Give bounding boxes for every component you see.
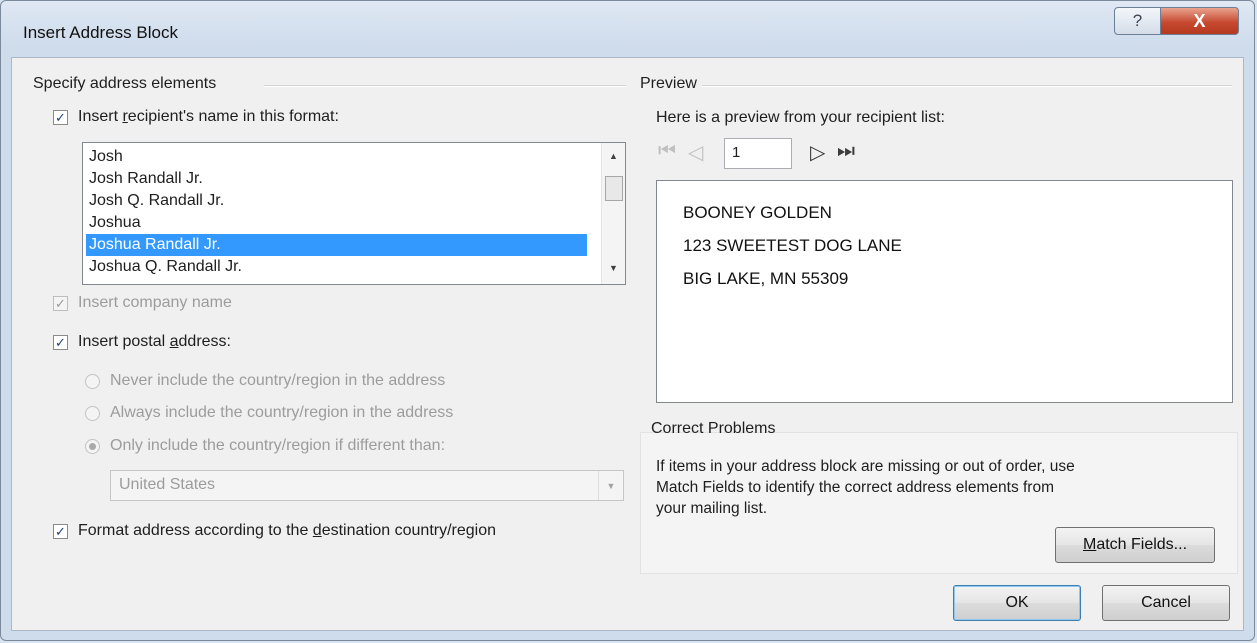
preview-address-line: BOONEY GOLDEN: [683, 203, 832, 222]
country-select-value: United States: [119, 476, 216, 493]
insert-name-label: Insert recipient's name in this format:: [78, 108, 339, 125]
format-address-checkbox[interactable]: ✓: [53, 524, 68, 539]
scroll-down-icon[interactable]: ▼: [609, 263, 618, 273]
preview-address-line: BIG LAKE, MN 55309: [683, 269, 849, 288]
list-item[interactable]: Josh: [86, 146, 587, 168]
first-record-icon[interactable]: ⏮: [658, 140, 676, 163]
correct-problems-text-line: your mailing list.: [656, 500, 768, 517]
dialog-body: Specify address elements ✓ Insert recipi…: [11, 57, 1244, 631]
match-fields-button[interactable]: Match Fields...: [1055, 527, 1215, 563]
check-icon: ✓: [55, 110, 66, 125]
group-divider: [264, 85, 626, 87]
previous-record-icon[interactable]: ◁: [688, 140, 703, 165]
country-if-different-label: Only include the country/region if diffe…: [110, 437, 446, 454]
insert-name-checkbox[interactable]: ✓: [53, 110, 68, 125]
correct-problems-text-line: If items in your address block are missi…: [656, 458, 1075, 475]
correct-problems-text-line: Match Fields to identify the correct add…: [656, 479, 1054, 496]
chevron-down-icon[interactable]: ▼: [598, 471, 623, 500]
correct-problems-title: Correct Problems: [651, 420, 776, 437]
name-format-listbox[interactable]: Josh Josh Randall Jr. Josh Q. Randall Jr…: [82, 142, 626, 285]
listbox-scrollbar[interactable]: ▲ ▼: [601, 143, 625, 284]
next-record-icon[interactable]: ▷: [810, 140, 825, 165]
country-select[interactable]: United States ▼: [110, 470, 624, 501]
country-always-radio[interactable]: [85, 406, 100, 421]
help-icon: ?: [1132, 11, 1143, 30]
preview-intro: Here is a preview from your recipient li…: [656, 109, 945, 126]
insert-company-checkbox[interactable]: ✓: [53, 296, 68, 311]
dialog-title: Insert Address Block: [23, 23, 178, 42]
insert-postal-label: Insert postal address:: [78, 333, 231, 350]
list-item[interactable]: Josh Q. Randall Jr.: [86, 190, 587, 212]
country-if-different-radio[interactable]: [85, 439, 100, 454]
cancel-button[interactable]: Cancel: [1102, 585, 1230, 621]
specify-elements-group-title: Specify address elements: [33, 75, 217, 92]
help-button[interactable]: ?: [1114, 7, 1161, 35]
scroll-thumb[interactable]: [605, 176, 623, 201]
insert-address-block-dialog: Insert Address Block ? X Specify address…: [0, 0, 1255, 641]
list-item[interactable]: Josh Randall Jr.: [86, 168, 587, 190]
close-icon: X: [1193, 10, 1206, 31]
insert-postal-checkbox[interactable]: ✓: [53, 335, 68, 350]
check-icon: ✓: [55, 335, 66, 350]
group-divider: [702, 85, 1232, 87]
list-item[interactable]: Joshua Q. Randall Jr.: [86, 256, 587, 278]
record-number-input[interactable]: 1: [724, 138, 792, 169]
close-button[interactable]: X: [1160, 7, 1239, 35]
format-address-label: Format address according to the destinat…: [78, 522, 497, 539]
scroll-up-icon[interactable]: ▲: [609, 151, 618, 161]
preview-address-line: 123 SWEETEST DOG LANE: [683, 236, 902, 255]
country-always-label: Always include the country/region in the…: [110, 404, 454, 421]
ok-button[interactable]: OK: [953, 585, 1081, 621]
insert-company-label: Insert company name: [78, 294, 232, 311]
check-icon: ✓: [55, 296, 66, 311]
address-preview-box: BOONEY GOLDEN 123 SWEETEST DOG LANE BIG …: [656, 180, 1233, 403]
list-item[interactable]: Joshua: [86, 212, 587, 234]
preview-group-title: Preview: [640, 75, 697, 92]
country-never-radio[interactable]: [85, 374, 100, 389]
list-item-selected[interactable]: Joshua Randall Jr.: [86, 234, 587, 256]
last-record-icon[interactable]: ⏭: [837, 140, 855, 163]
title-bar: Insert Address Block ? X: [1, 1, 1254, 57]
check-icon: ✓: [55, 524, 66, 539]
country-never-label: Never include the country/region in the …: [110, 372, 446, 389]
